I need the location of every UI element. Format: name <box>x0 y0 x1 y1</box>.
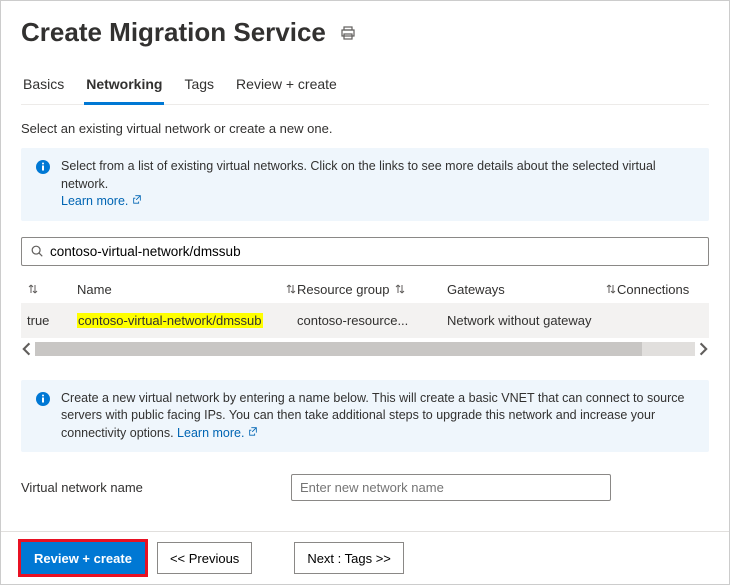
col-gateways[interactable]: Gateways <box>447 282 617 297</box>
col-connections[interactable]: Connections <box>617 282 707 297</box>
tabs-bar: Basics Networking Tags Review + create <box>21 70 709 105</box>
table-row[interactable]: true contoso-virtual-network/dmssub cont… <box>21 303 709 338</box>
tab-networking[interactable]: Networking <box>84 70 164 105</box>
print-icon[interactable] <box>340 25 356 41</box>
cell-name: contoso-virtual-network/dmssub <box>77 313 297 328</box>
col-name[interactable]: Name <box>77 282 297 297</box>
cell-selected: true <box>27 313 77 328</box>
tab-review-create[interactable]: Review + create <box>234 70 339 105</box>
vnet-search-field[interactable] <box>21 237 709 266</box>
vnet-table: Name Resource group Gateways Connections <box>21 272 709 358</box>
info-icon <box>35 391 51 407</box>
next-button[interactable]: Next : Tags >> <box>294 542 404 574</box>
search-icon <box>30 244 44 258</box>
page-title: Create Migration Service <box>21 17 709 48</box>
sort-icon <box>394 283 406 295</box>
section-description: Select an existing virtual network or cr… <box>21 121 709 136</box>
scroll-right-icon[interactable] <box>695 342 709 356</box>
table-header-row: Name Resource group Gateways Connections <box>21 272 709 303</box>
scroll-left-icon[interactable] <box>21 342 35 356</box>
page-root: Create Migration Service Basics Networki… <box>0 0 730 585</box>
previous-button[interactable]: << Previous <box>157 542 252 574</box>
sort-icon <box>27 283 39 295</box>
scrollbar-track[interactable] <box>35 342 695 356</box>
external-link-icon <box>248 426 258 436</box>
tab-basics[interactable]: Basics <box>21 70 66 105</box>
vnet-search-input[interactable] <box>44 242 700 261</box>
info-icon <box>35 159 51 175</box>
col-select[interactable] <box>27 283 77 295</box>
learn-more-link-existing[interactable]: Learn more. <box>61 194 142 208</box>
content-area: Create Migration Service Basics Networki… <box>1 1 729 531</box>
horizontal-scrollbar[interactable] <box>21 340 709 358</box>
info-box-existing: Select from a list of existing virtual n… <box>21 148 709 221</box>
tab-tags[interactable]: Tags <box>182 70 216 105</box>
learn-more-link-create[interactable]: Learn more. <box>177 426 258 440</box>
info-box-create-text: Create a new virtual network by entering… <box>61 390 695 443</box>
vnet-name-row: Virtual network name <box>21 474 709 501</box>
scrollbar-thumb[interactable] <box>35 342 642 356</box>
sort-icon <box>605 283 617 295</box>
vnet-name-label: Virtual network name <box>21 480 291 495</box>
cell-gateways: Network without gateway <box>447 313 617 328</box>
external-link-icon <box>132 194 142 204</box>
page-title-text: Create Migration Service <box>21 17 326 48</box>
sort-icon <box>285 283 297 295</box>
info-box-create-new: Create a new virtual network by entering… <box>21 380 709 453</box>
info-box-existing-text: Select from a list of existing virtual n… <box>61 158 695 211</box>
wizard-footer: Review + create << Previous Next : Tags … <box>1 531 729 584</box>
review-create-button[interactable]: Review + create <box>21 542 145 574</box>
col-resource-group[interactable]: Resource group <box>297 282 447 297</box>
cell-resource-group: contoso-resource... <box>297 313 447 328</box>
vnet-name-input[interactable] <box>291 474 611 501</box>
